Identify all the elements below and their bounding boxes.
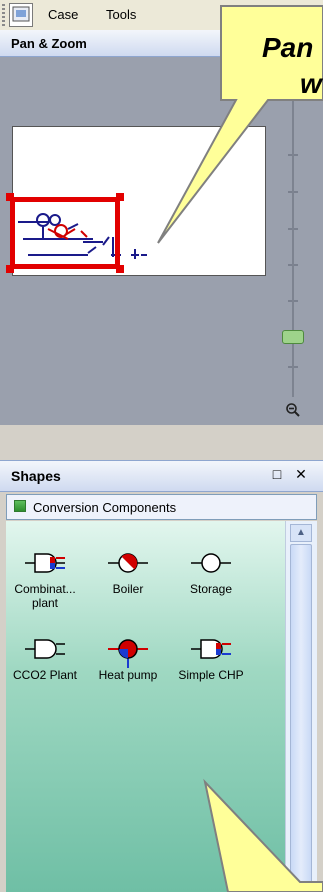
maximize-icon[interactable]: □: [268, 466, 286, 482]
magnifier-minus-icon: [286, 403, 300, 417]
callout-text-line2: w: [300, 68, 322, 99]
stencil-header[interactable]: Conversion Components: [6, 494, 317, 520]
cco2-plant-icon: [25, 639, 65, 659]
close-icon[interactable]: ✕: [292, 466, 310, 483]
shape-label: Boiler: [112, 582, 144, 596]
shape-combination-plant[interactable]: Combinat... plant: [6, 550, 84, 610]
shapes-header: Shapes □ ✕: [0, 460, 323, 492]
shape-label: Combinat... plant: [14, 582, 76, 610]
combination-plant-icon: [25, 553, 65, 573]
heat-pump-icon: [108, 639, 148, 668]
shape-boiler[interactable]: Boiler: [89, 550, 167, 596]
scroll-up-button[interactable]: ▲: [290, 524, 312, 542]
storage-icon: [191, 553, 231, 573]
bottom-callout: [203, 778, 323, 892]
viewport-handle-bl[interactable]: [6, 265, 14, 273]
zoom-slider-thumb[interactable]: [282, 330, 304, 344]
shape-storage[interactable]: Storage: [172, 550, 250, 596]
callout-text-line1: Pan: [262, 32, 314, 63]
boiler-icon: [108, 553, 148, 573]
viewport-handle-br[interactable]: [116, 265, 124, 273]
shapes-title: Shapes: [11, 468, 61, 484]
shape-label: Storage: [189, 582, 233, 596]
zoom-out-icon[interactable]: [284, 402, 302, 420]
simple-chp-icon: [191, 639, 231, 659]
stencil-label: Conversion Components: [33, 500, 177, 515]
stencil-icon: [14, 500, 26, 512]
